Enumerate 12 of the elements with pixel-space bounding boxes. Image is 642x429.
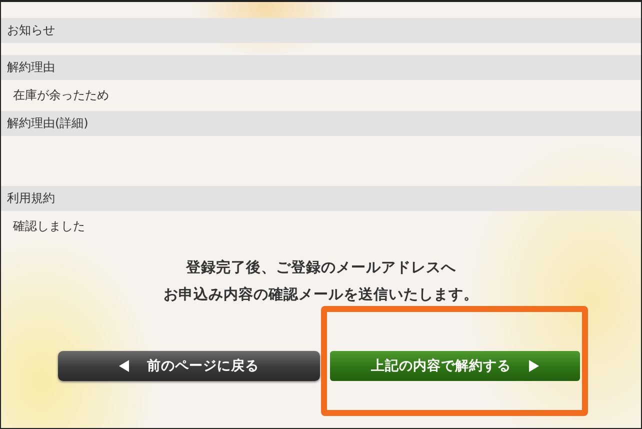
section-header: 利用規約 [1,186,641,211]
left-triangle-icon [119,360,129,372]
section-header: 解約理由 [1,55,641,80]
section-value: 在庫が余ったため [12,87,110,104]
right-triangle-icon [529,360,539,372]
submit-button[interactable]: 上記の内容で解約する [330,351,580,381]
section-header: お知らせ [1,18,641,43]
confirmation-message: 登録完了後、ご登録のメールアドレスへ [186,258,456,278]
section-value: 確認しました [12,218,86,235]
back-button[interactable]: 前のページに戻る [58,351,320,381]
section-header: 解約理由(詳細) [1,111,641,136]
confirmation-message: お申込み内容の確認メールを送信いたします。 [164,285,478,305]
